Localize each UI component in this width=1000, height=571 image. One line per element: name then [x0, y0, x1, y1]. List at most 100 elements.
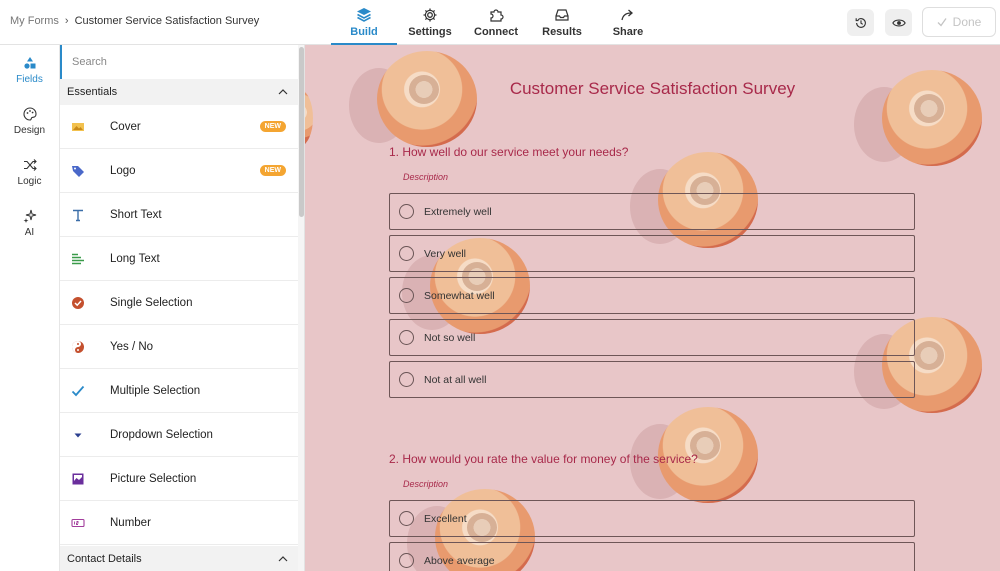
share-arrow-icon — [621, 9, 633, 21]
field-label: Short Text — [110, 208, 162, 221]
top-bar: My Forms › Customer Service Satisfaction… — [0, 0, 1000, 45]
eye-icon — [891, 18, 906, 27]
shuffle-icon — [23, 159, 37, 171]
option-not-at-all-well[interactable]: Not at all well — [389, 361, 915, 398]
option-label: Not so well — [424, 331, 476, 344]
option-label: Somewhat well — [424, 289, 495, 302]
tab-settings-label: Settings — [408, 26, 452, 38]
breadcrumb-current: Customer Service Satisfaction Survey — [74, 15, 260, 27]
field-item-logo[interactable]: Logo NEW — [60, 149, 298, 193]
tab-build[interactable]: Build — [331, 0, 397, 45]
option-label: Extremely well — [424, 205, 492, 218]
option-very-well[interactable]: Very well — [389, 235, 915, 272]
history-button[interactable] — [847, 9, 874, 36]
breadcrumb-my-forms[interactable]: My Forms — [10, 15, 59, 27]
new-badge: NEW — [259, 165, 286, 176]
rail-fields[interactable]: Fields — [0, 45, 59, 96]
radio-button[interactable] — [399, 330, 414, 345]
section-contact-header[interactable]: Contact Details — [60, 546, 298, 571]
check-icon — [937, 18, 947, 27]
layers-icon — [357, 8, 371, 22]
yin-yang-icon — [71, 340, 85, 354]
field-label: Picture Selection — [110, 472, 197, 485]
field-label: Number — [110, 516, 151, 529]
rail-ai[interactable]: AI — [0, 198, 59, 249]
option-label: Excellent — [424, 512, 467, 525]
shapes-icon — [23, 57, 35, 69]
option-extremely-well[interactable]: Extremely well — [389, 193, 915, 230]
background-peach — [349, 51, 477, 147]
option-somewhat-well[interactable]: Somewhat well — [389, 277, 915, 314]
rail-design[interactable]: Design — [0, 96, 59, 147]
field-item-single-selection[interactable]: Single Selection — [60, 281, 298, 325]
rail-ai-label: AI — [24, 227, 35, 238]
field-item-dropdown-selection[interactable]: Dropdown Selection — [60, 413, 298, 457]
field-item-yes-no[interactable]: Yes / No — [60, 325, 298, 369]
radio-button[interactable] — [399, 372, 414, 387]
number-icon — [71, 516, 85, 530]
tab-results-label: Results — [542, 26, 582, 38]
field-label: Cover — [110, 120, 141, 133]
rail-logic[interactable]: Logic — [0, 147, 59, 198]
check-circle-icon — [71, 296, 85, 310]
panel-scrollbar[interactable] — [298, 45, 304, 571]
radio-button[interactable] — [399, 511, 414, 526]
tab-build-label: Build — [350, 26, 378, 38]
gear-icon — [423, 8, 437, 22]
panel-scrollbar-thumb[interactable] — [299, 47, 304, 217]
option-label: Not at all well — [424, 373, 487, 386]
radio-button[interactable] — [399, 246, 414, 261]
breadcrumb-separator: › — [64, 15, 69, 27]
fields-panel: Essentials Cover NEW Logo NEW Short Text… — [60, 45, 305, 571]
field-item-picture-selection[interactable]: Picture Selection — [60, 457, 298, 501]
question-2-title[interactable]: 2. How would you rate the value for mone… — [389, 452, 698, 466]
tag-icon — [71, 164, 85, 178]
form-title[interactable]: Customer Service Satisfaction Survey — [305, 79, 1000, 99]
option-above-average[interactable]: Above average — [389, 542, 915, 571]
field-item-multiple-selection[interactable]: Multiple Selection — [60, 369, 298, 413]
radio-button[interactable] — [399, 204, 414, 219]
section-essentials-title: Essentials — [67, 86, 118, 98]
tab-results[interactable]: Results — [529, 0, 595, 45]
section-essentials-header[interactable]: Essentials — [60, 79, 298, 105]
tab-share[interactable]: Share — [595, 0, 661, 45]
form-canvas: Customer Service Satisfaction Survey 1. … — [305, 45, 1000, 571]
search-input[interactable] — [60, 45, 298, 79]
option-not-so-well[interactable]: Not so well — [389, 319, 915, 356]
field-label: Long Text — [110, 252, 160, 265]
tab-connect-label: Connect — [474, 26, 518, 38]
field-item-number[interactable]: Number — [60, 501, 298, 545]
chevron-up-icon — [278, 89, 288, 95]
main-nav-tabs: Build Settings Connect Results Share — [331, 0, 661, 45]
tab-settings[interactable]: Settings — [397, 0, 463, 45]
rail-fields-label: Fields — [16, 74, 43, 85]
inbox-icon — [555, 9, 569, 21]
tab-connect[interactable]: Connect — [463, 0, 529, 45]
field-item-cover[interactable]: Cover NEW — [60, 105, 298, 149]
text-t-icon — [71, 208, 85, 222]
done-label: Done — [952, 15, 982, 29]
sparkle-icon — [23, 209, 36, 223]
history-icon — [855, 17, 866, 28]
field-label: Single Selection — [110, 296, 193, 309]
tab-share-label: Share — [612, 26, 644, 38]
radio-button[interactable] — [399, 288, 414, 303]
checkmark-icon — [71, 384, 85, 398]
paragraph-icon — [71, 252, 85, 266]
field-item-short-text[interactable]: Short Text — [60, 193, 298, 237]
question-2-description[interactable]: Description — [403, 479, 448, 489]
done-button[interactable]: Done — [922, 7, 996, 37]
radio-button[interactable] — [399, 553, 414, 568]
option-label: Very well — [424, 247, 467, 260]
rail-logic-label: Logic — [17, 176, 42, 187]
left-rail: Fields Design Logic AI — [0, 45, 60, 571]
chevron-up-icon — [278, 556, 288, 562]
option-excellent[interactable]: Excellent — [389, 500, 915, 537]
new-badge: NEW — [259, 121, 286, 132]
field-label: Multiple Selection — [110, 384, 201, 397]
question-1-title[interactable]: 1. How well do our service meet your nee… — [389, 145, 628, 159]
field-item-long-text[interactable]: Long Text — [60, 237, 298, 281]
breadcrumb: My Forms › Customer Service Satisfaction… — [10, 15, 259, 27]
preview-button[interactable] — [885, 9, 912, 36]
question-1-description[interactable]: Description — [403, 172, 448, 182]
